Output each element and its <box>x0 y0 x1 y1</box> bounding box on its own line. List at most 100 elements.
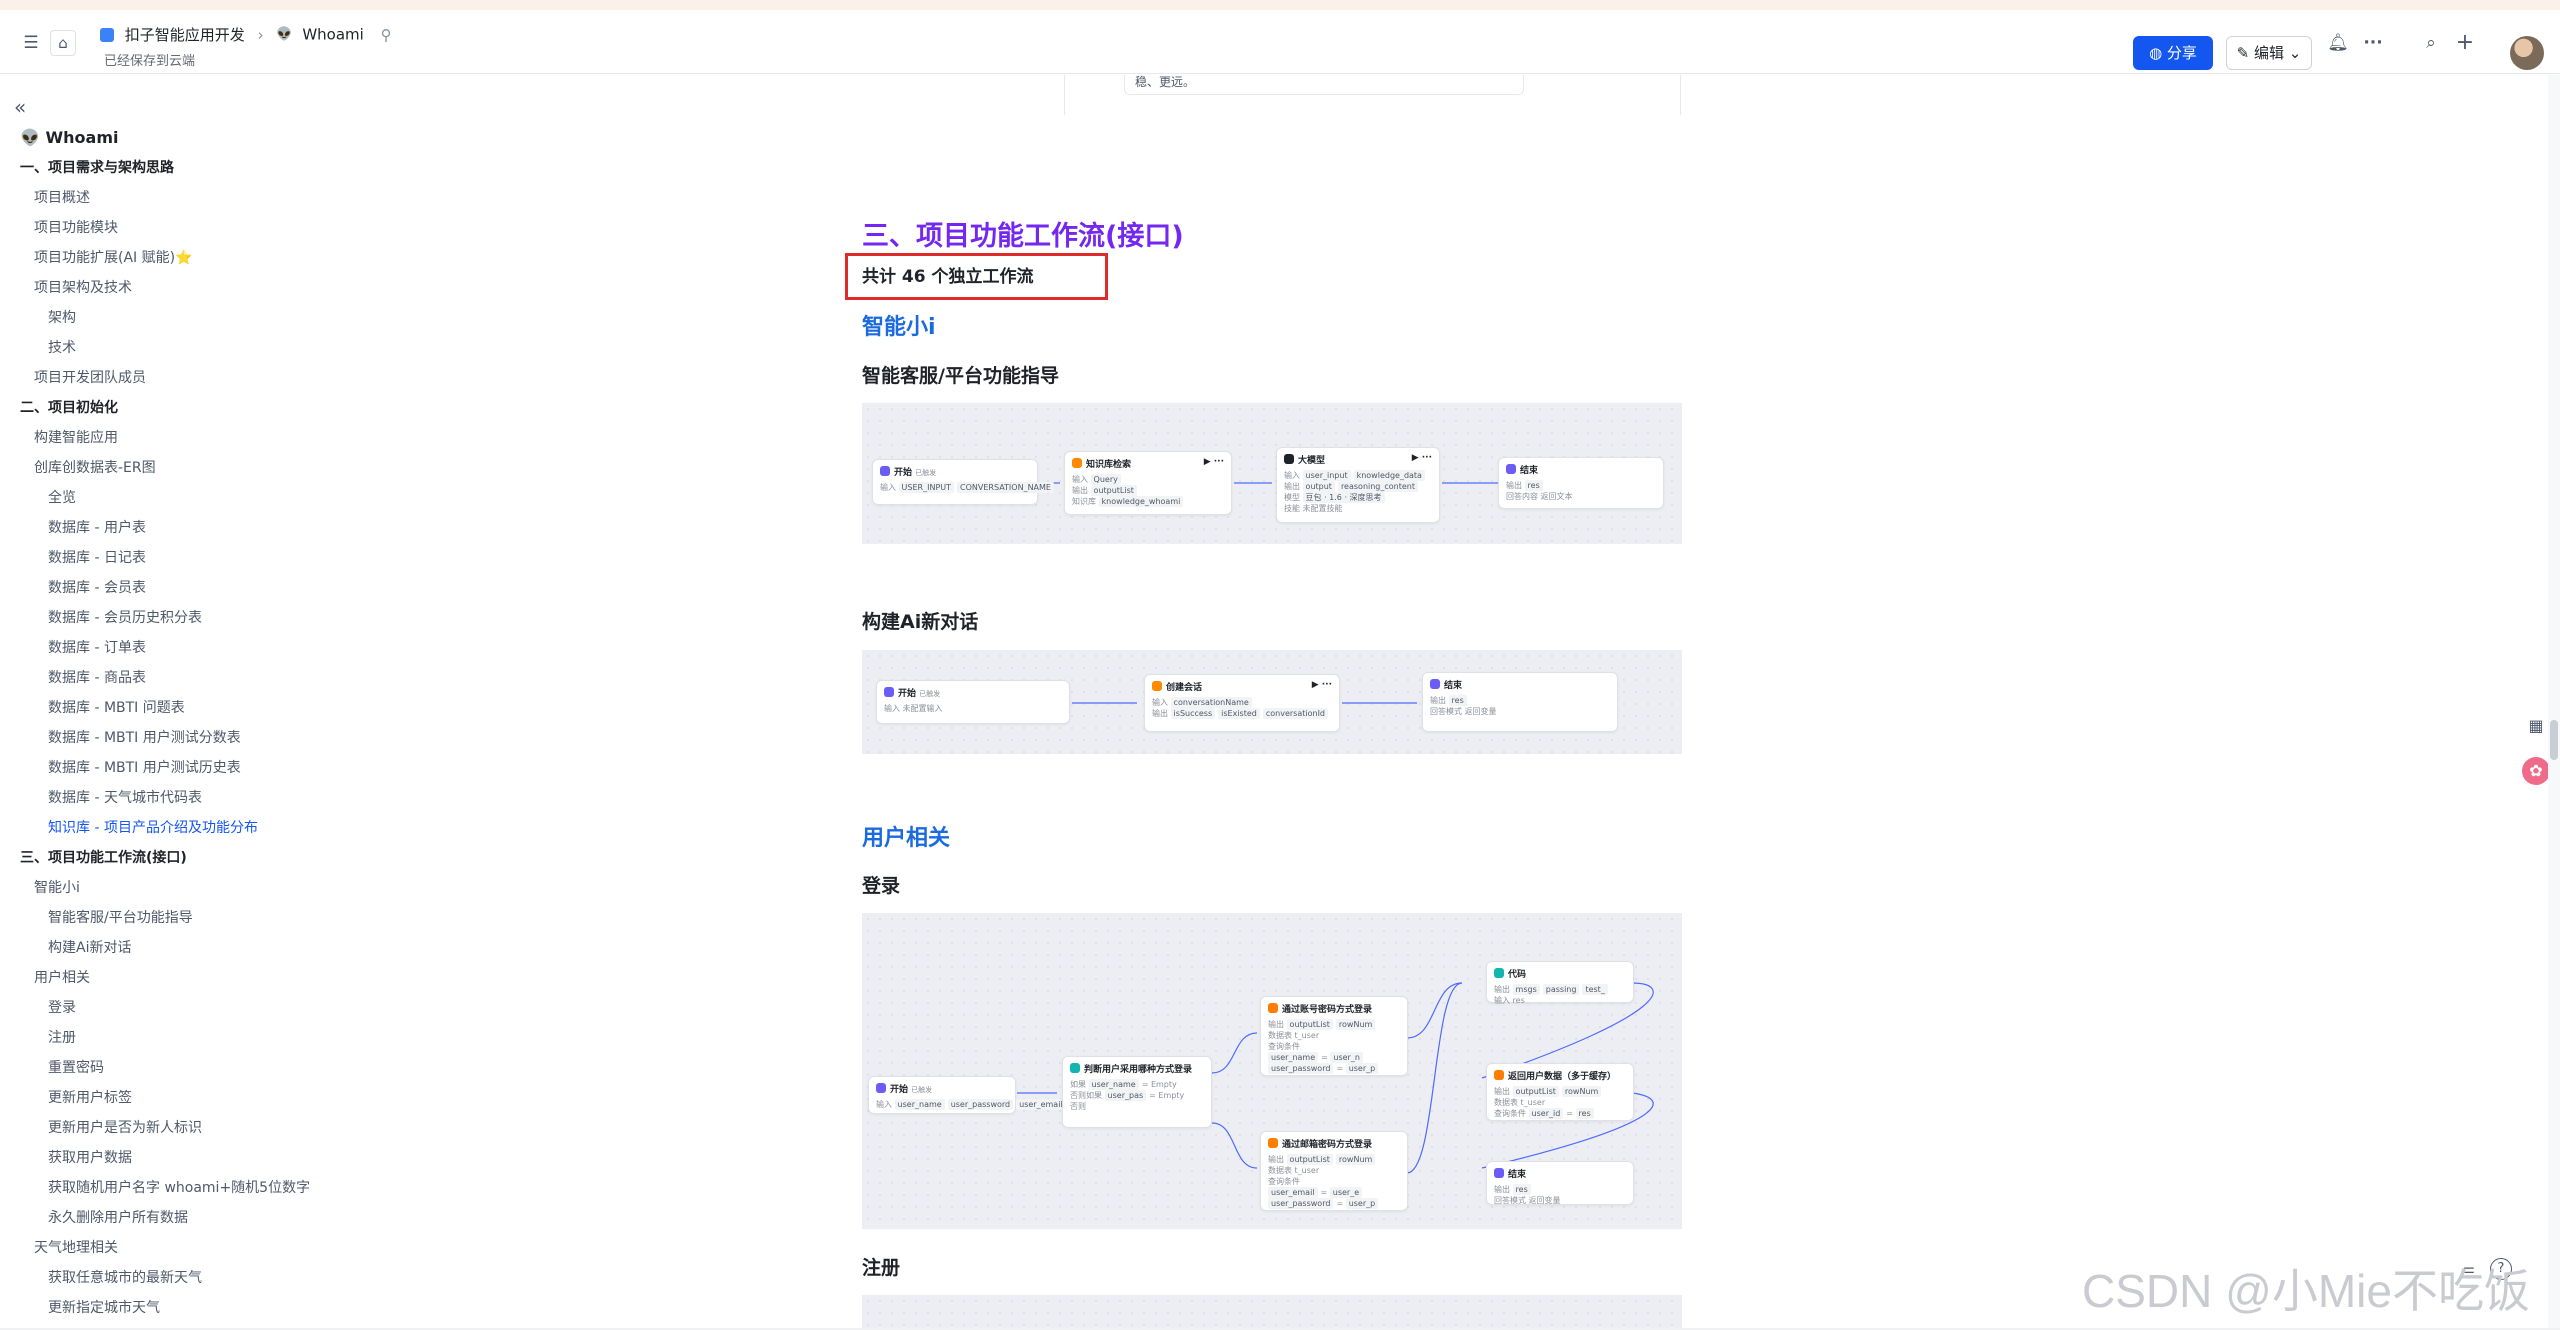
assistant-icon[interactable]: ✿ <box>2522 757 2550 785</box>
scrollbar[interactable] <box>2548 75 2560 1330</box>
toc-item[interactable]: 构建Ai新对话 <box>0 933 330 963</box>
home-icon[interactable]: ⌂ <box>50 30 76 56</box>
toc-item[interactable]: 技术 <box>0 333 330 363</box>
toc-item-label: 智能小i <box>34 880 80 896</box>
toc-item[interactable]: 构建智能应用 <box>0 423 330 453</box>
flow-node-db-login-username[interactable]: 通过账号密码方式登录 输出 outputList rowNum 数据表 t_use… <box>1260 996 1408 1076</box>
toc-item[interactable]: 数据库 - 商品表 <box>0 663 330 693</box>
toc-item[interactable]: 永久删除用户所有数据 <box>0 1203 330 1233</box>
toc-item[interactable]: 项目概述 <box>0 183 330 213</box>
flow-node-start[interactable]: 开始 已触发 输入 user_name user_password user_ema… <box>868 1076 1066 1114</box>
toc-item-label: 数据库 - 订单表 <box>48 640 146 656</box>
more-icon[interactable]: ··· <box>2360 30 2386 56</box>
toc-item-label: 数据库 - 天气城市代码表 <box>48 790 202 806</box>
scrollbar-thumb[interactable] <box>2550 720 2558 760</box>
toc-item-label: 全览 <box>48 490 76 506</box>
plus-icon[interactable]: + <box>2452 30 2478 56</box>
toc-item[interactable]: 架构 <box>0 303 330 333</box>
toc-item[interactable]: 智能小i <box>0 873 330 903</box>
toc-item-label: 一、项目需求与架构思路 <box>20 160 174 176</box>
toc-item-label: 更新用户是否为新人标识 <box>48 1120 202 1136</box>
toc-item[interactable]: 项目架构及技术 <box>0 273 330 303</box>
edit-button[interactable]: ✎ 编辑 ⌄ <box>2226 36 2312 70</box>
subsection-title-user: 用户相关 <box>862 826 951 851</box>
toc-item[interactable]: 智能客服/平台功能指导 <box>0 903 330 933</box>
toc-item-label: 数据库 - MBTI 用户测试分数表 <box>48 730 241 746</box>
toc-item-label: 构建智能应用 <box>34 430 118 446</box>
breadcrumb-doc-title[interactable]: Whoami <box>302 26 364 44</box>
toc-item[interactable]: 登录 <box>0 993 330 1023</box>
bell-icon[interactable]: 🔔︎ <box>2325 30 2351 56</box>
workflow-diagram-register[interactable] <box>862 1295 1682 1328</box>
flow-node-start[interactable]: 开始 已触发 输入 USER_INPUT CONVERSATION_NAME <box>872 459 1054 505</box>
toc-item[interactable]: 获取用户数据 <box>0 1143 330 1173</box>
toc-item[interactable]: 数据库 - 日记表 <box>0 543 330 573</box>
collapse-sidebar-icon[interactable]: « <box>14 95 26 119</box>
toc-item[interactable]: 更新指定城市天气 <box>0 1293 330 1323</box>
outline-toggle-icon[interactable]: ☰ <box>18 30 44 56</box>
highlight-box <box>845 253 1108 300</box>
toc-item[interactable]: 数据库 - 会员历史积分表 <box>0 603 330 633</box>
toc-item[interactable]: 数据库 - MBTI 用户测试历史表 <box>0 753 330 783</box>
toc-item[interactable]: 注册 <box>0 1023 330 1053</box>
toc-item-label: 项目概述 <box>34 190 90 206</box>
saved-status: 已经保存到云端 <box>104 54 196 69</box>
toc-item-label: 注册 <box>48 1030 76 1046</box>
toc-item[interactable]: 项目开发团队成员 <box>0 363 330 393</box>
share-button[interactable]: ◍ 分享 <box>2133 36 2213 70</box>
workflow-diagram-login[interactable]: 开始 已触发 输入 user_name user_password user_ema… <box>862 913 1682 1229</box>
toc-item[interactable]: 数据库 - 用户表 <box>0 513 330 543</box>
qr-code-icon[interactable]: ▦ <box>2522 712 2550 740</box>
workflow-diagram-customer-service[interactable]: 开始 已触发 输入 USER_INPUT CONVERSATION_NAME 知识… <box>862 403 1682 544</box>
avatar[interactable] <box>2510 36 2544 70</box>
toc-item-label: 智能客服/平台功能指导 <box>48 910 193 926</box>
subsection-title-xiaoi: 智能小i <box>862 315 936 340</box>
toc-item[interactable]: 👽 Whoami <box>0 123 330 153</box>
flow-node-code[interactable]: 代码 输出 msgs passing test_ 输入 res <box>1486 961 1634 1005</box>
toc-item-label: 技术 <box>48 340 76 356</box>
toc-item[interactable]: 数据库 - MBTI 用户测试分数表 <box>0 723 330 753</box>
flow-node-db-return-user[interactable]: 返回用户数据（多于缓存） 输出 outputList rowNum 数据表 t_u… <box>1486 1063 1634 1121</box>
toc-item[interactable]: 获取随机用户名字 whoami+随机5位数字 <box>0 1173 330 1203</box>
toc-item[interactable]: 用户相关 <box>0 963 330 993</box>
toc-item[interactable]: 全览 <box>0 483 330 513</box>
breadcrumb: 扣子智能应用开发 › 👽 Whoami ⚲ <box>100 24 392 45</box>
toc-item[interactable]: 三、项目功能工作流(接口) <box>0 843 330 873</box>
toc-item[interactable]: 一、项目需求与架构思路 <box>0 153 330 183</box>
toc-item-label: 获取任意城市的最新天气 <box>48 1270 202 1286</box>
flow-node-end[interactable]: 结束 输出 res 回答内容 返回文本 <box>1498 457 1664 509</box>
toc-item[interactable]: 获取任意城市的最新天气 <box>0 1263 330 1293</box>
flow-node-end[interactable]: 结束 输出 res 回答模式 返回变量 <box>1486 1161 1634 1205</box>
flow-title-customer-service: 智能客服/平台功能指导 <box>862 365 1059 387</box>
workflow-diagram-new-conversation[interactable]: 开始 已触发 输入 未配置输入 创建会话 ▶ ··· 输入 conversatio… <box>862 650 1682 754</box>
flow-node-condition[interactable]: 判断用户采用哪种方式登录 如果 user_name = Empty 否则如果 us… <box>1062 1056 1212 1128</box>
toc-item[interactable]: 更新用户是否为新人标识 <box>0 1113 330 1143</box>
toc-item[interactable]: 项目功能模块 <box>0 213 330 243</box>
toc-item[interactable]: 数据库 - 会员表 <box>0 573 330 603</box>
flow-node-db-login-email[interactable]: 通过邮箱密码方式登录 输出 outputList rowNum 数据表 t_use… <box>1260 1131 1408 1211</box>
flow-node-start[interactable]: 开始 已触发 输入 未配置输入 <box>876 680 1070 724</box>
toc-item[interactable]: 项目功能扩展(AI 赋能)⭐ <box>0 243 330 273</box>
toc-item-label: 天气地理相关 <box>34 1240 118 1256</box>
flow-node-end[interactable]: 结束 输出 res 回答模式 返回变量 <box>1422 672 1618 732</box>
pin-icon[interactable]: ⚲ <box>381 26 392 44</box>
toc-item[interactable]: 二、项目初始化 <box>0 393 330 423</box>
breadcrumb-space[interactable]: 扣子智能应用开发 <box>125 26 245 44</box>
toc-item[interactable]: 重置密码 <box>0 1053 330 1083</box>
flow-node-knowledge-retrieval[interactable]: 知识库检索 ▶ ··· 输入 Query 输出 outputList 知识库 kn… <box>1064 451 1232 515</box>
toc-item-label: 数据库 - 用户表 <box>48 520 146 536</box>
toc-item[interactable]: 知识库 - 项目产品介绍及功能分布 <box>0 813 330 843</box>
toc-item[interactable]: 更新用户标签 <box>0 1083 330 1113</box>
search-icon[interactable]: ⌕ <box>2418 30 2444 56</box>
flow-node-llm[interactable]: 大模型 ▶ ··· 输入 user_input knowledge_data 输出 … <box>1276 447 1440 523</box>
flow-node-create-conversation[interactable]: 创建会话 ▶ ··· 输入 conversationName 输出 isSucce… <box>1144 674 1340 732</box>
toc-item[interactable]: 数据库 - MBTI 问题表 <box>0 693 330 723</box>
toc-item[interactable]: 数据库 - 订单表 <box>0 633 330 663</box>
sidebar: « 👽 Whoami 一、项目需求与架构思路项目概述项目功能模块 项目功能扩展(AI… <box>0 75 330 1330</box>
toc-item[interactable]: 天气地理相关 <box>0 1233 330 1263</box>
toc-item[interactable]: 数据库 - 天气城市代码表 <box>0 783 330 813</box>
toc-item-label: 数据库 - 会员历史积分表 <box>48 610 202 626</box>
toc-item-label: 数据库 - 日记表 <box>48 550 146 566</box>
toc-item-label: 创库创数据表-ER图 <box>34 460 156 476</box>
toc-item[interactable]: 创库创数据表-ER图 <box>0 453 330 483</box>
